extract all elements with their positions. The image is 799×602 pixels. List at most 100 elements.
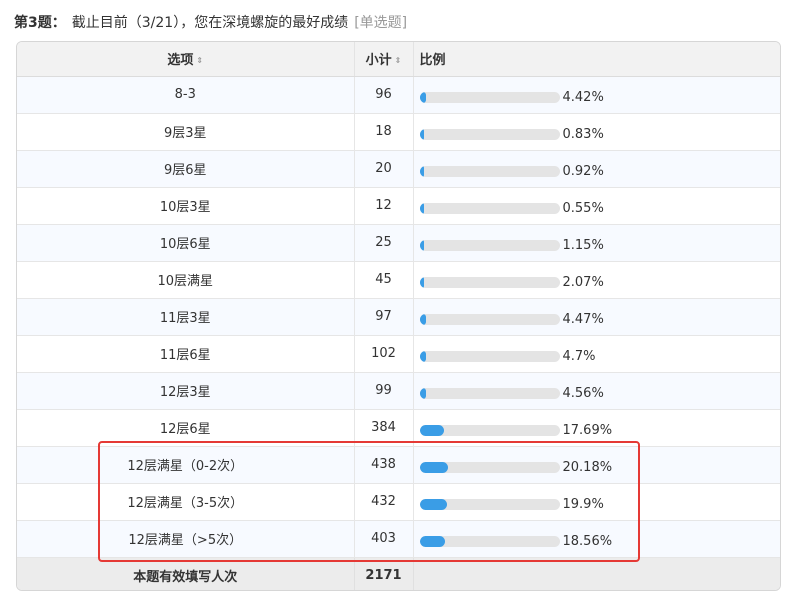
ratio-cell: 4.7% (413, 335, 780, 373)
progress-bar (419, 499, 560, 510)
count-cell: 384 (354, 409, 414, 447)
ratio-cell: 0.55% (413, 187, 780, 225)
option-cell: 11层6星 (17, 335, 355, 373)
option-cell: 12层6星 (17, 409, 355, 447)
progress-fill (419, 388, 426, 399)
table-row: 8-3 96 4.42% (17, 76, 780, 114)
ratio-cell: 20.18% (413, 446, 780, 484)
progress-bar (419, 166, 560, 177)
option-cell: 11层3星 (17, 298, 355, 336)
progress-fill (419, 536, 446, 547)
count-cell: 432 (354, 483, 414, 521)
percent-label: 1.15% (562, 238, 604, 253)
progress-bar (419, 129, 560, 140)
ratio-cell: 0.83% (413, 113, 780, 151)
option-cell: 9层6星 (17, 150, 355, 188)
progress-fill (419, 351, 427, 362)
percent-label: 4.7% (562, 349, 596, 364)
progress-fill (419, 499, 448, 510)
progress-fill (419, 92, 426, 103)
count-cell: 97 (354, 298, 414, 336)
table-row: 10层满星 45 2.07% (17, 261, 780, 299)
count-cell: 99 (354, 372, 414, 410)
ratio-cell: 4.56% (413, 372, 780, 410)
percent-label: 4.56% (562, 386, 604, 401)
footer-label: 本题有效填写人次 (17, 557, 355, 590)
progress-fill (419, 425, 445, 436)
option-cell: 9层3星 (17, 113, 355, 151)
results-table-container: 选项 ⇕ 小计 ⇕ 比例 8-3 96 4.42% 9层3星 18 0.83% 9层6星 20 0.… (16, 41, 781, 591)
table-row: 10层3星 12 0.55% (17, 187, 780, 225)
footer-empty (413, 557, 780, 590)
progress-fill (419, 129, 424, 140)
ratio-cell: 0.92% (413, 150, 780, 188)
progress-bar (419, 425, 560, 436)
footer-total: 2171 (354, 557, 414, 590)
progress-bar (419, 240, 560, 251)
option-cell: 12层满星（3-5次） (17, 483, 355, 521)
count-cell: 403 (354, 520, 414, 558)
table-row: 11层6星 102 4.7% (17, 335, 780, 373)
progress-bar (419, 388, 560, 399)
option-cell: 10层6星 (17, 224, 355, 262)
table-row: 11层3星 97 4.47% (17, 298, 780, 336)
header-ratio: 比例 (413, 42, 780, 77)
count-cell: 45 (354, 261, 414, 299)
progress-fill (419, 462, 448, 473)
question-type: [单选题] (354, 15, 408, 31)
table-row: 12层3星 99 4.56% (17, 372, 780, 410)
percent-label: 18.56% (562, 534, 613, 549)
table-row: 9层3星 18 0.83% (17, 113, 780, 151)
question-title: 第3题： 截止目前（3/21），您在深境螺旋的最好成绩 [单选题] (14, 12, 407, 34)
progress-bar (419, 462, 560, 473)
percent-label: 17.69% (562, 423, 613, 438)
count-cell: 12 (354, 187, 414, 225)
progress-fill (419, 166, 424, 177)
ratio-cell: 4.42% (413, 76, 780, 114)
percent-label: 20.18% (562, 460, 613, 475)
ratio-cell: 17.69% (413, 409, 780, 447)
progress-fill (419, 240, 424, 251)
option-cell: 8-3 (17, 76, 355, 114)
progress-fill (419, 203, 424, 214)
percent-label: 0.92% (562, 164, 604, 179)
ratio-cell: 19.9% (413, 483, 780, 521)
table-row: 9层6星 20 0.92% (17, 150, 780, 188)
sort-icon[interactable]: ⇕ (395, 56, 402, 65)
question-text: 截止目前（3/21），您在深境螺旋的最好成绩 (71, 15, 349, 31)
ratio-cell: 1.15% (413, 224, 780, 262)
table-row: 12层满星（>5次） 403 18.56% (17, 520, 780, 558)
percent-label: 0.55% (562, 201, 604, 216)
count-cell: 20 (354, 150, 414, 188)
option-cell: 10层满星 (17, 261, 355, 299)
progress-fill (419, 277, 424, 288)
option-cell: 12层满星（>5次） (17, 520, 355, 558)
percent-label: 2.07% (562, 275, 604, 290)
table-row: 12层满星（3-5次） 432 19.9% (17, 483, 780, 521)
header-count[interactable]: 小计 ⇕ (354, 42, 414, 77)
percent-label: 4.42% (562, 90, 604, 105)
header-option[interactable]: 选项 ⇕ (17, 42, 355, 77)
percent-label: 19.9% (562, 497, 604, 512)
count-cell: 25 (354, 224, 414, 262)
sort-icon[interactable]: ⇕ (196, 56, 203, 65)
option-cell: 10层3星 (17, 187, 355, 225)
percent-label: 4.47% (562, 312, 604, 327)
progress-bar (419, 277, 560, 288)
results-table: 选项 ⇕ 小计 ⇕ 比例 8-3 96 4.42% 9层3星 18 0.83% 9层6星 20 0.… (17, 42, 780, 590)
progress-bar (419, 92, 560, 103)
count-cell: 18 (354, 113, 414, 151)
table-row: 10层6星 25 1.15% (17, 224, 780, 262)
progress-fill (419, 314, 426, 325)
progress-bar (419, 314, 560, 325)
table-header-row: 选项 ⇕ 小计 ⇕ 比例 (17, 42, 780, 77)
count-cell: 438 (354, 446, 414, 484)
ratio-cell: 4.47% (413, 298, 780, 336)
table-footer-row: 本题有效填写人次 2171 (17, 557, 780, 590)
table-row: 12层满星（0-2次） 438 20.18% (17, 446, 780, 484)
count-cell: 96 (354, 76, 414, 114)
ratio-cell: 18.56% (413, 520, 780, 558)
option-cell: 12层满星（0-2次） (17, 446, 355, 484)
table-row: 12层6星 384 17.69% (17, 409, 780, 447)
count-cell: 102 (354, 335, 414, 373)
